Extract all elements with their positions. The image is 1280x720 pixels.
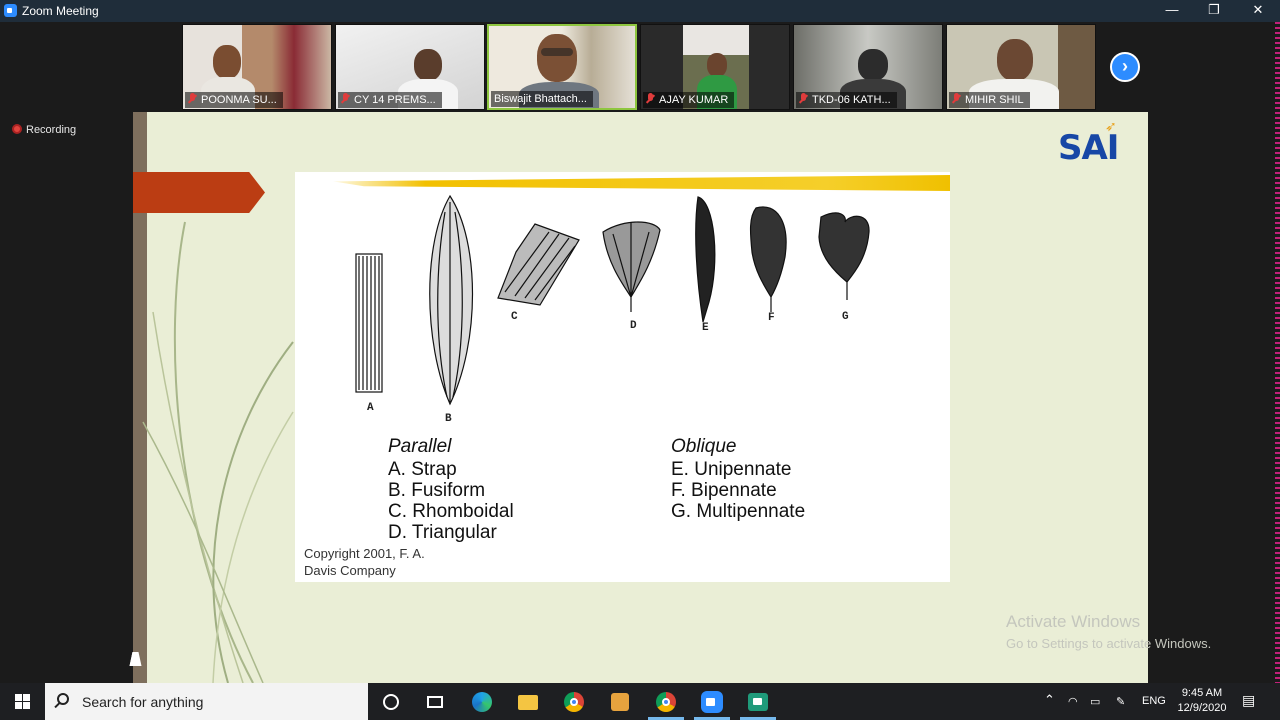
slide-arrow-shape: [133, 172, 265, 213]
oblique-item: E. Unipennate: [671, 459, 792, 480]
figure-label: C: [511, 311, 518, 323]
watermark-title: Activate Windows: [1006, 612, 1141, 631]
muted-mic-icon: [341, 93, 350, 104]
parallel-heading: Parallel: [388, 436, 452, 457]
participant-tile[interactable]: AJAY KUMAR: [640, 24, 790, 110]
windows-taskbar: Search for anything ⌃ ◠ ▭ ✎ ENG 9:45 AM …: [0, 683, 1280, 720]
participant-tile[interactable]: POONMA SU...: [182, 24, 332, 110]
participant-name: POONMA SU...: [185, 92, 283, 108]
muscle-drawings: [355, 194, 870, 406]
person-head: [213, 45, 241, 79]
file-explorer-icon[interactable]: [515, 689, 541, 715]
activate-windows-watermark: Activate Windows Go to Settings to activ…: [1006, 612, 1211, 651]
shared-slide: SAI ➶ A B C D E F G Parallel A. Strap B.…: [133, 112, 1148, 683]
figure-label: E: [702, 322, 709, 334]
participant-name: MIHIR SHIL: [949, 92, 1030, 108]
media-player-icon[interactable]: [607, 689, 633, 715]
figure-label: F: [768, 312, 775, 324]
participant-name: CY 14 PREMS...: [338, 92, 442, 108]
windows-logo-icon: [15, 702, 22, 709]
copyright-note: Copyright 2001, F. A. Davis Company: [304, 546, 425, 578]
screen-edge-artifact: [1275, 22, 1280, 683]
chrome-icon-active[interactable]: [653, 689, 679, 715]
person-head: [537, 34, 577, 82]
parallel-item: B. Fusiform: [388, 480, 486, 501]
clock-date: 12/9/2020: [1177, 702, 1227, 714]
muted-mic-icon: [799, 93, 808, 104]
participant-name: Biswajit Bhattach...: [491, 91, 593, 107]
sai-logo-star-icon: ➶: [1105, 118, 1117, 134]
restore-button[interactable]: ❐: [1192, 0, 1236, 22]
windows-logo-icon: [15, 694, 22, 701]
muted-mic-icon: [952, 93, 961, 104]
close-button[interactable]: ✕: [1236, 0, 1280, 22]
muted-mic-icon: [188, 93, 197, 104]
windows-logo-icon: [23, 694, 30, 701]
taskbar-clock[interactable]: 9:45 AM 12/9/2020: [1172, 686, 1232, 716]
participant-name: AJAY KUMAR: [643, 92, 735, 108]
search-placeholder: Search for anything: [82, 694, 204, 710]
watermark-subtitle: Go to Settings to activate Windows.: [1006, 636, 1212, 651]
recording-icon: [12, 124, 22, 134]
muscle-shapes-figure: A B C D E F G Parallel A. Strap B. Fusif…: [295, 172, 950, 582]
participant-tile[interactable]: CY 14 PREMS...: [335, 24, 485, 110]
notifications-icon[interactable]: ▤: [1242, 692, 1255, 709]
cortana-icon[interactable]: [378, 689, 404, 715]
oblique-item: F. Bipennate: [671, 480, 777, 501]
pen-icon[interactable]: ✎: [1116, 695, 1125, 708]
figure-label: G: [842, 311, 849, 323]
taskbar-search-box[interactable]: Search for anything: [45, 683, 368, 720]
minimize-button[interactable]: —: [1150, 0, 1194, 22]
search-icon: [57, 693, 69, 705]
oblique-item: G. Multipennate: [671, 501, 806, 522]
oblique-heading: Oblique: [671, 436, 737, 457]
person-head: [414, 49, 442, 81]
chrome-icon[interactable]: [561, 689, 587, 715]
battery-icon[interactable]: ▭: [1090, 695, 1100, 708]
zoom-taskbar-icon[interactable]: [699, 689, 725, 715]
task-view-icon[interactable]: [422, 689, 448, 715]
chevron-right-icon: ›: [1122, 56, 1128, 76]
participant-name: TKD-06 KATH...: [796, 92, 897, 108]
recording-indicator[interactable]: Recording: [12, 124, 76, 136]
language-indicator[interactable]: ENG: [1142, 695, 1166, 707]
figure-label: A: [367, 402, 374, 414]
edge-browser-icon[interactable]: [469, 689, 495, 715]
zoom-window: Zoom Meeting — ❐ ✕ POONMA SU... CY 14 PR…: [0, 0, 1280, 683]
person-head: [858, 49, 888, 81]
figure-label: D: [630, 320, 637, 332]
gallery-next-button[interactable]: ›: [1110, 52, 1140, 82]
person-head: [707, 53, 727, 77]
zoom-meeting-taskbar-icon[interactable]: [745, 689, 771, 715]
tray-overflow-chevron-icon[interactable]: ⌃: [1044, 692, 1055, 708]
glasses-icon: [541, 48, 573, 56]
clock-time: 9:45 AM: [1181, 687, 1223, 699]
windows-logo-icon: [23, 702, 30, 709]
parallel-item: D. Triangular: [388, 522, 497, 543]
parallel-item: A. Strap: [388, 459, 457, 480]
figure-label: B: [445, 413, 452, 425]
recording-label: Recording: [26, 124, 77, 136]
participant-tile[interactable]: MIHIR SHIL: [946, 24, 1096, 110]
participant-tile-active-speaker[interactable]: Biswajit Bhattach...: [487, 24, 637, 110]
participant-tile[interactable]: TKD-06 KATH...: [793, 24, 943, 110]
network-icon[interactable]: ◠: [1068, 695, 1078, 708]
person-head: [997, 39, 1033, 81]
title-bar: Zoom Meeting — ❐ ✕: [0, 0, 1280, 22]
window-title: Zoom Meeting: [22, 4, 99, 18]
zoom-app-icon: [4, 4, 17, 17]
muted-mic-icon: [646, 93, 655, 104]
parallel-item: C. Rhomboidal: [388, 501, 514, 522]
start-button[interactable]: [0, 683, 45, 720]
